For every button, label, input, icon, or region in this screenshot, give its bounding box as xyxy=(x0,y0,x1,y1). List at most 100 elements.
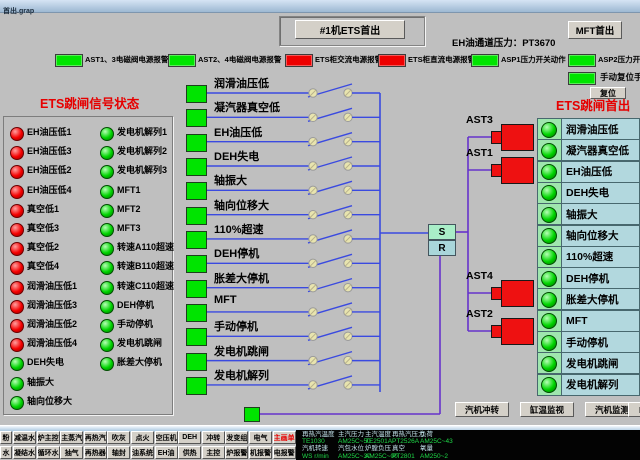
first-out-dot xyxy=(541,377,557,393)
trip-signal-dot xyxy=(10,204,24,218)
trip-input-led xyxy=(186,231,207,249)
first-out-led-cell xyxy=(538,311,562,331)
power-alarm-led xyxy=(568,54,596,67)
taskbar-button[interactable]: 主蒸汽 xyxy=(60,431,83,444)
trip-input-label: 110%超速 xyxy=(214,221,264,237)
first-out-row: 轴向位移大 xyxy=(537,225,640,247)
trip-signal-label: 润滑油压低1 xyxy=(27,280,77,293)
trip-signal-label: MFT2 xyxy=(117,203,141,216)
first-out-dot xyxy=(541,143,557,159)
status-label: 负荷 xyxy=(420,431,453,438)
trip-input-label: MFT xyxy=(214,294,237,306)
trip-input-label: 发电机解列 xyxy=(214,367,269,383)
first-out-label: 手动停机 xyxy=(562,332,639,352)
taskbar-button[interactable]: 油系统 xyxy=(131,446,154,459)
first-out-dot xyxy=(541,164,557,180)
taskbar-button[interactable]: 循环水 xyxy=(37,446,60,459)
first-out-label: EH油压低 xyxy=(562,162,639,182)
status-value: WS r/min xyxy=(302,453,335,460)
taskbar-button[interactable]: 炉主控 xyxy=(37,431,60,444)
taskbar-button[interactable]: 主画单 xyxy=(273,431,296,444)
taskbar-button[interactable]: 空压机 xyxy=(155,431,178,444)
first-out-dot xyxy=(541,249,557,265)
taskbar-button[interactable]: 凝结水 xyxy=(13,446,36,459)
taskbar-button[interactable]: 电报警 xyxy=(273,446,296,459)
unit1-ets-first-out-button[interactable]: #1机ETS首出 xyxy=(295,20,405,39)
trip-input-led xyxy=(186,158,207,176)
trip-signal-dot xyxy=(100,319,114,333)
taskbar-button[interactable]: 再热汽 xyxy=(84,431,107,444)
status-label: 氧量 xyxy=(420,445,453,452)
first-out-led-cell xyxy=(538,162,562,182)
ast-valve xyxy=(501,157,534,184)
trip-signal-label: 润滑油压低4 xyxy=(27,337,77,350)
footer-button[interactable]: 汽机冲转 xyxy=(455,402,509,417)
left-panel-title: ETS跳闸信号状态 xyxy=(40,93,139,112)
first-out-dot xyxy=(541,271,557,287)
taskbar-button[interactable]: 减温水 xyxy=(13,431,36,444)
trip-signal-label: 润滑油压低3 xyxy=(27,299,77,312)
first-out-label: DEH失电 xyxy=(562,183,639,203)
first-out-row: 凝汽器真空低 xyxy=(537,139,640,161)
trip-signal-label: 转速A110超速 xyxy=(117,241,174,254)
trip-input-led xyxy=(186,207,207,225)
taskbar-button[interactable]: 水 xyxy=(0,446,12,459)
first-out-row: DEH停机 xyxy=(537,267,640,289)
trip-signal-label: MFT1 xyxy=(117,184,141,197)
footer-button[interactable]: 缸温监视 xyxy=(520,402,574,417)
taskbar-button[interactable]: 炉报警 xyxy=(225,446,248,459)
taskbar-button[interactable]: 供热 xyxy=(178,446,201,459)
trip-signal-label: 胀差大停机 xyxy=(117,356,162,369)
first-out-led-cell xyxy=(538,247,562,267)
taskbar-button[interactable]: 点火 xyxy=(131,431,154,444)
trip-signal-label: 真空低3 xyxy=(27,222,59,235)
first-out-row: 手动停机 xyxy=(537,331,640,353)
trip-signal-label: EH油压低2 xyxy=(27,164,72,177)
first-out-row: 110%超速 xyxy=(537,246,640,268)
footer-button[interactable]: DEH xyxy=(628,402,640,417)
trip-signal-dot xyxy=(100,281,114,295)
trip-signal-dot xyxy=(10,127,24,141)
taskbar-button[interactable]: 主控 xyxy=(202,446,225,459)
manual-reset-label: 手动复位手柄 xyxy=(600,71,640,84)
first-out-row: 轴振大 xyxy=(537,203,640,225)
taskbar-button[interactable]: 机报警 xyxy=(249,446,272,459)
trip-signal-label: EH油压低4 xyxy=(27,184,72,197)
first-out-label: 轴振大 xyxy=(562,204,639,224)
power-alarm-label: ASP1压力开关动作 xyxy=(501,53,566,66)
trip-input-led xyxy=(186,377,207,395)
trip-signal-dot xyxy=(10,185,24,199)
trip-input-led xyxy=(186,255,207,273)
taskbar-button[interactable]: 发变组 xyxy=(225,431,248,444)
taskbar-button[interactable]: 抽气 xyxy=(60,446,83,459)
taskbar-button[interactable]: DEH xyxy=(178,431,201,444)
first-out-row: 发电机解列 xyxy=(537,374,640,396)
trip-signal-label: 转速C110超速 xyxy=(117,280,174,293)
first-out-dot xyxy=(541,356,557,372)
trip-input-label: EH油压低 xyxy=(214,124,262,140)
trip-signal-label: 轴向位移大 xyxy=(27,395,72,408)
trip-signal-dot xyxy=(10,281,24,295)
taskbar-button[interactable]: 冲转 xyxy=(202,431,225,444)
taskbar-button[interactable]: 再热器 xyxy=(84,446,107,459)
trip-signal-dot xyxy=(100,300,114,314)
taskbar-button[interactable]: 电气 xyxy=(249,431,272,444)
taskbar-button[interactable]: 粉 xyxy=(0,431,12,444)
trip-signal-dot xyxy=(10,319,24,333)
first-out-led-cell xyxy=(538,289,562,309)
status-value: AM250~2 xyxy=(420,453,453,460)
trip-signal-label: EH油压低3 xyxy=(27,145,72,158)
taskbar-button[interactable]: 吹灰 xyxy=(107,431,130,444)
trip-input-led xyxy=(186,85,207,103)
ast-valve-label: AST3 xyxy=(466,114,493,126)
first-out-led-cell xyxy=(538,353,562,373)
taskbar-button[interactable]: 轴封 xyxy=(107,446,130,459)
first-out-label: 凝汽器真空低 xyxy=(562,140,639,160)
trip-signal-label: 润滑油压低2 xyxy=(27,318,77,331)
mft-first-out-button[interactable]: MFT首出 xyxy=(568,21,622,39)
taskbar-button[interactable]: EH油 xyxy=(155,446,178,459)
power-alarm-label: AST2、4电磁阀电源报警 xyxy=(198,53,281,66)
ast-valve-label: AST2 xyxy=(466,308,493,320)
trip-signal-dot xyxy=(10,300,24,314)
first-out-row: DEH失电 xyxy=(537,182,640,204)
